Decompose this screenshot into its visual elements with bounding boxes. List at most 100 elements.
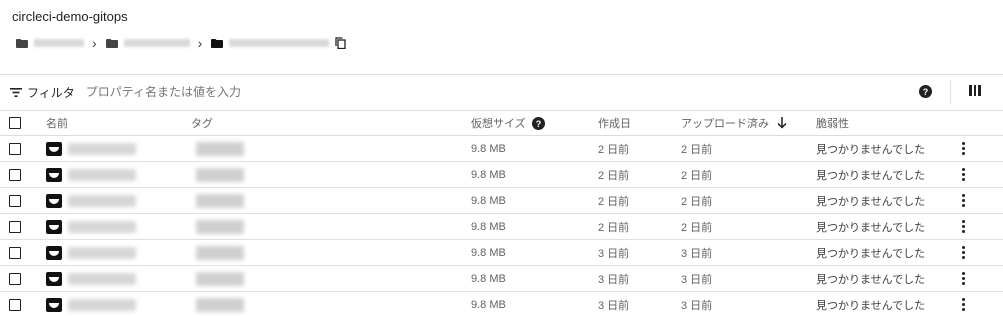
tag-cell: [196, 266, 244, 291]
column-header-uploaded-label: アップロード済み: [681, 118, 769, 130]
table-row[interactable]: 9.8 MB 2 日前 2 日前 見つかりませんでした: [0, 214, 1003, 240]
breadcrumb-item-2[interactable]: [105, 38, 190, 48]
filter-label[interactable]: フィルタ: [27, 84, 75, 101]
breadcrumb-label-redacted: [123, 39, 190, 47]
row-menu-cell: [962, 240, 966, 265]
help-icon[interactable]: ?: [919, 85, 932, 98]
more-vert-icon[interactable]: [962, 194, 966, 207]
image-name-redacted[interactable]: [68, 246, 136, 259]
vulnerability-cell: 見つかりませんでした: [816, 169, 926, 182]
more-vert-icon[interactable]: [962, 246, 966, 259]
image-name-redacted[interactable]: [68, 194, 136, 207]
row-checkbox-cell: [9, 240, 21, 265]
filter-bar: フィルタ ?: [0, 75, 1003, 109]
chevron-right-icon: ›: [92, 35, 97, 51]
image-name-redacted[interactable]: [68, 168, 136, 181]
table-row[interactable]: 9.8 MB 2 日前 2 日前 見つかりませんでした: [0, 136, 1003, 162]
help-icon[interactable]: ?: [531, 116, 545, 130]
table-row[interactable]: 9.8 MB 3 日前 3 日前 見つかりませんでした: [0, 266, 1003, 292]
folder-icon: [211, 38, 224, 48]
image-name-cell[interactable]: [46, 188, 136, 213]
virtual-size-cell: 9.8 MB: [471, 168, 506, 181]
vulnerability-cell: 見つかりませんでした: [816, 299, 926, 312]
image-name-cell[interactable]: [46, 266, 136, 291]
more-vert-icon[interactable]: [962, 142, 966, 155]
vulnerability-cell: 見つかりませんでした: [816, 195, 926, 208]
image-name-cell[interactable]: [46, 136, 136, 161]
tag-redacted: [196, 297, 244, 312]
column-header-vulnerability[interactable]: 脆弱性: [816, 111, 849, 135]
image-name-cell[interactable]: [46, 292, 136, 316]
image-name-cell[interactable]: [46, 240, 136, 265]
column-header-tag[interactable]: タグ: [191, 111, 213, 135]
row-checkbox[interactable]: [9, 142, 21, 155]
row-checkbox-cell: [9, 266, 21, 291]
tag-redacted: [196, 167, 244, 182]
row-checkbox-cell: [9, 136, 21, 161]
select-all-checkbox[interactable]: [9, 117, 21, 129]
columns-icon[interactable]: [969, 85, 981, 97]
column-header-virtual-size[interactable]: 仮想サイズ ?: [471, 111, 545, 135]
vulnerability-cell: 見つかりませんでした: [816, 273, 926, 286]
created-cell: 2 日前: [598, 169, 630, 182]
copy-icon[interactable]: [335, 37, 346, 49]
row-checkbox[interactable]: [9, 168, 21, 181]
row-checkbox[interactable]: [9, 220, 21, 233]
row-checkbox[interactable]: [9, 298, 21, 311]
more-vert-icon[interactable]: [962, 168, 966, 181]
row-menu-cell: [962, 188, 966, 213]
row-checkbox-cell: [9, 162, 21, 187]
image-name-redacted[interactable]: [68, 220, 136, 233]
breadcrumb-item-3[interactable]: [211, 38, 330, 48]
more-vert-icon[interactable]: [962, 298, 966, 311]
folder-icon: [16, 38, 28, 48]
image-name-cell[interactable]: [46, 162, 136, 187]
virtual-size-cell: 9.8 MB: [471, 220, 506, 233]
table-row[interactable]: 9.8 MB 2 日前 2 日前 見つかりませんでした: [0, 162, 1003, 188]
created-cell: 2 日前: [598, 221, 630, 234]
created-cell: 3 日前: [598, 247, 630, 260]
tag-cell: [196, 240, 244, 265]
breadcrumb-label-redacted: [229, 39, 330, 47]
table-row[interactable]: 9.8 MB 2 日前 2 日前 見つかりませんでした: [0, 188, 1003, 214]
row-checkbox[interactable]: [9, 272, 21, 285]
more-vert-icon[interactable]: [962, 272, 966, 285]
virtual-size-cell: 9.8 MB: [471, 142, 506, 155]
breadcrumb-item-1[interactable]: [16, 38, 84, 48]
table-header: 名前 タグ 仮想サイズ ? 作成日 アップロード済み 脆弱性: [0, 110, 1003, 136]
tag-redacted: [196, 141, 244, 156]
image-name-redacted[interactable]: [68, 142, 136, 155]
image-name-redacted[interactable]: [68, 298, 136, 311]
toolbar-divider: [950, 80, 951, 104]
virtual-size-cell: 9.8 MB: [471, 246, 506, 259]
column-header-name[interactable]: 名前: [46, 111, 68, 135]
image-name-cell[interactable]: [46, 214, 136, 239]
more-vert-icon[interactable]: [962, 220, 966, 233]
row-menu-cell: [962, 214, 966, 239]
tag-redacted: [196, 219, 244, 234]
row-menu-cell: [962, 162, 966, 187]
chevron-right-icon: ›: [197, 35, 203, 51]
uploaded-cell: 2 日前: [681, 195, 713, 208]
column-header-uploaded[interactable]: アップロード済み: [681, 111, 787, 135]
row-checkbox[interactable]: [9, 246, 21, 259]
row-checkbox[interactable]: [9, 194, 21, 207]
virtual-size-cell: 9.8 MB: [471, 298, 506, 311]
uploaded-cell: 2 日前: [681, 169, 713, 182]
svg-text:?: ?: [535, 119, 541, 129]
sort-descending-icon[interactable]: [777, 117, 787, 129]
docker-image-icon: [46, 193, 62, 208]
table-row[interactable]: 9.8 MB 3 日前 3 日前 見つかりませんでした: [0, 240, 1003, 266]
created-cell: 3 日前: [598, 273, 630, 286]
folder-icon: [105, 38, 118, 48]
image-name-redacted[interactable]: [68, 272, 136, 285]
tag-cell: [196, 292, 244, 316]
breadcrumb: › ›: [16, 36, 346, 50]
table-row[interactable]: 9.8 MB 3 日前 3 日前 見つかりませんでした: [0, 292, 1003, 316]
filter-input[interactable]: [85, 85, 386, 99]
svg-text:?: ?: [923, 87, 929, 97]
column-header-created[interactable]: 作成日: [598, 111, 631, 135]
tag-cell: [196, 188, 244, 213]
docker-image-icon: [46, 141, 62, 156]
filter-icon[interactable]: [10, 87, 22, 97]
